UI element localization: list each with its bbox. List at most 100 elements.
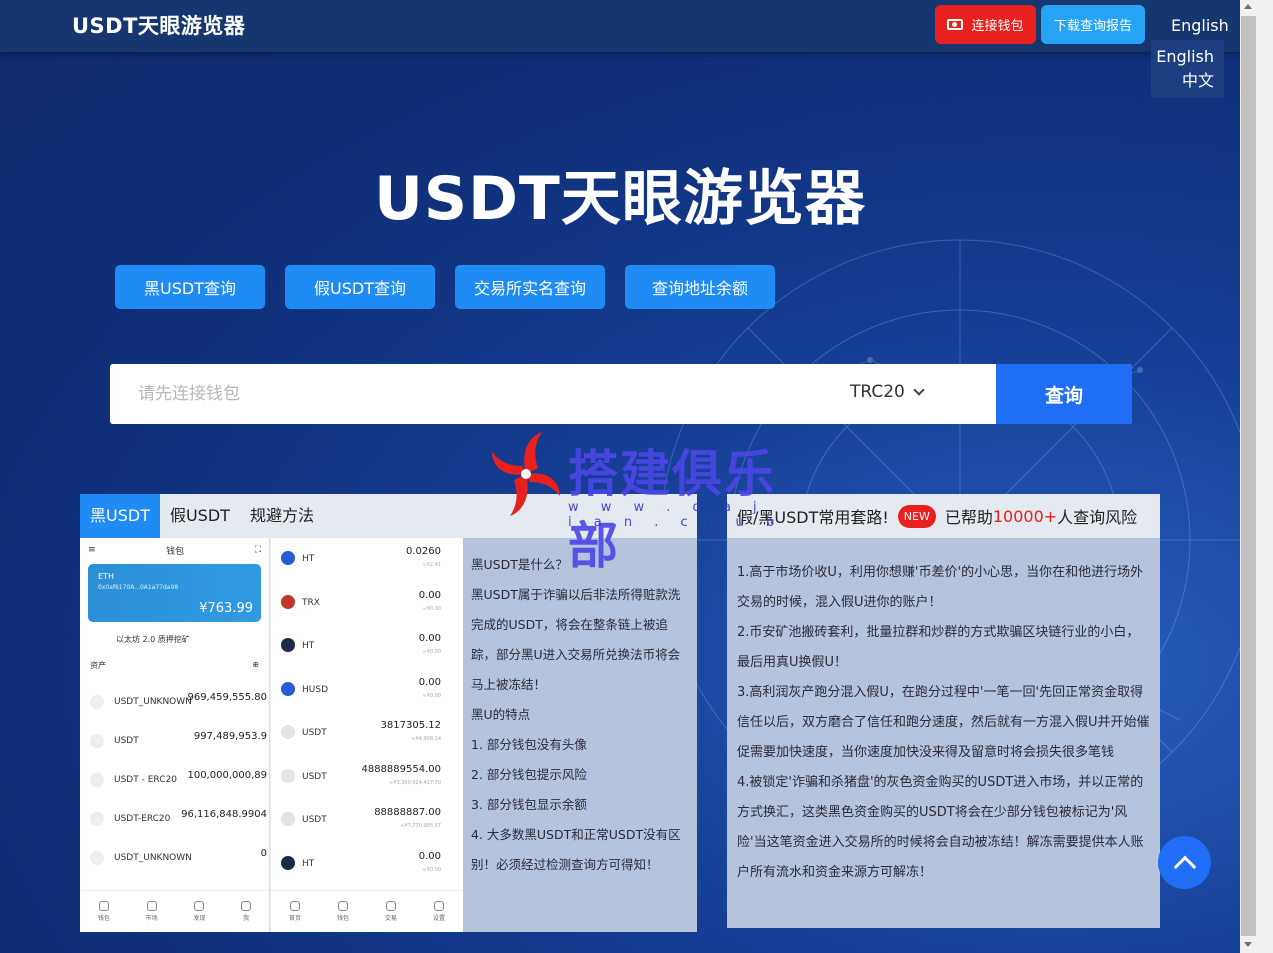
table-row: HT 0.00 ≈¥0.00 xyxy=(271,843,463,887)
connect-wallet-button[interactable]: 连接钱包 xyxy=(935,5,1036,44)
table-row: USDT 4888889554.00 ≈¥3,300,924,427.70 xyxy=(271,756,463,800)
token-name: HUSD xyxy=(302,684,328,695)
scan-icon: ⛶ xyxy=(254,545,261,555)
tab-black-usdt[interactable]: 黑USDT xyxy=(80,494,160,538)
scrollbar-thumb[interactable] xyxy=(1241,16,1256,936)
query-button[interactable]: 查询 xyxy=(996,364,1132,424)
token-fiat-value: ≈¥4,908.14 xyxy=(411,736,441,742)
hero-title: USDT天眼游览器 xyxy=(374,164,866,234)
table-row: HT 0.0260 ≈¥2.41 xyxy=(271,538,463,582)
scroll-up-arrow-icon[interactable] xyxy=(1244,4,1252,9)
scam-tricks-title: 假/黑USDT常用套路! xyxy=(737,508,889,527)
token-icon xyxy=(90,694,104,709)
scam-trick-item: 2.币安矿池搬砖套利，批量拉群和炒群的方式欺骗区块链行业的小白，最后用真U换假U… xyxy=(737,625,1140,670)
help-suffix: 人查询风险 xyxy=(1057,508,1138,527)
back-to-top-button[interactable] xyxy=(1158,836,1211,889)
phone-a-title: 钱包 xyxy=(166,546,185,557)
scam-tricks-list: 1.高于市场价收U，利用你想赚'币差价'的小心思，当你在和他进行场外交易的时候，… xyxy=(727,538,1160,908)
black-usdt-info-panel: 黑USDT 假USDT 规避方法 ≡ 钱包 ⛶ ETH 0x0af6170A..… xyxy=(80,494,697,932)
token-value: 0.00 xyxy=(418,676,441,688)
list-item: USDT_UNKNOWN 0 xyxy=(80,838,269,877)
token-name: USDT xyxy=(302,771,327,782)
language-dropdown: English 中文 xyxy=(1151,40,1224,98)
token-name: USDT_UNKNOWN xyxy=(114,852,192,863)
wallet-icon xyxy=(98,901,109,911)
nav-home: 首页 xyxy=(289,901,301,922)
token-fiat-value: ≈¥7,770,905.57 xyxy=(400,823,441,829)
card-balance: ¥763.99 xyxy=(199,601,253,616)
token-icon xyxy=(90,772,104,787)
add-icon: ⊕ xyxy=(252,660,259,669)
token-icon xyxy=(281,551,295,565)
info-heading: 黑USDT是什么？ xyxy=(471,557,568,572)
wallet-icon xyxy=(947,19,964,30)
user-icon xyxy=(241,901,252,911)
exchange-kyc-query-button[interactable]: 交易所实名查询 xyxy=(455,265,605,309)
token-amount: 997,489,953.9 xyxy=(193,731,267,742)
phone-a-bottom-nav: 钱包 市场 发现 我 xyxy=(80,890,269,932)
scam-trick-item: 4.被锁定'诈骗和杀猪盘'的灰色资金购买的USDT进入市场，并以正常的方式换汇，… xyxy=(737,775,1144,880)
discover-icon xyxy=(194,901,205,911)
fake-usdt-query-button[interactable]: 假USDT查询 xyxy=(285,265,435,309)
black-usdt-query-button[interactable]: 黑USDT查询 xyxy=(115,265,265,309)
token-name: USDT xyxy=(114,735,139,746)
nav-trade: 交易 xyxy=(385,901,397,922)
token-icon xyxy=(281,812,295,826)
table-row: USDT 3817305.12 ≈¥4,908.14 xyxy=(271,712,463,756)
home-icon xyxy=(289,901,300,911)
token-fiat-value: ≈¥0.00 xyxy=(422,692,441,699)
tab-avoid-methods[interactable]: 规避方法 xyxy=(240,494,324,538)
token-name: USDT - ERC20 xyxy=(114,774,177,785)
language-selector[interactable]: English xyxy=(1171,16,1229,35)
scam-trick-item: 1.高于市场价收U，利用你想赚'币差价'的小心思，当你在和他进行场外交易的时候，… xyxy=(737,565,1144,610)
token-amount: 100,000,000,89 xyxy=(187,770,267,781)
site-logo[interactable]: USDT天眼游览器 xyxy=(72,10,245,40)
search-bar: TRC20 查询 xyxy=(110,364,1132,424)
stake-banner: 以太坊 2.0 质押挖矿 xyxy=(116,635,190,644)
card-name: ETH xyxy=(98,572,114,581)
nav-me: 我 xyxy=(241,901,252,922)
scroll-down-arrow-icon[interactable] xyxy=(1244,942,1252,947)
wallet-address-input[interactable] xyxy=(110,364,830,424)
nav-discover: 发现 xyxy=(193,901,205,922)
token-name: USDT xyxy=(302,728,327,738)
scam-trick-item: 3.高利润灰产跑分混入假U，在跑分过程中'一笔一回'先回正常资金取得信任以后，双… xyxy=(737,685,1150,760)
wallet-icon xyxy=(337,901,348,911)
download-report-button[interactable]: 下载查询报告 xyxy=(1041,5,1145,44)
token-icon xyxy=(281,638,295,652)
table-row: TRX 0.00 ≈¥0.00 xyxy=(271,582,463,626)
token-fiat-value: ≈¥0.00 xyxy=(422,866,441,873)
token-value: 88888887.00 xyxy=(374,807,441,818)
wallet-screenshot-a: ≡ 钱包 ⛶ ETH 0x0af6170A...0A1a77da98 ¥763.… xyxy=(80,538,270,932)
network-select-value: TRC20 xyxy=(850,382,905,402)
token-icon xyxy=(281,768,295,783)
token-name: USDT-ERC20 xyxy=(114,813,171,824)
info-point: 2. 部分钱包提示风险 xyxy=(471,767,587,782)
token-name: HT xyxy=(302,641,315,651)
token-value: 3817305.12 xyxy=(380,720,441,731)
network-select[interactable]: TRC20 xyxy=(850,382,925,402)
token-value: 0.00 xyxy=(418,850,441,862)
help-count: 10000+ xyxy=(992,506,1058,526)
token-name: USDT_UNKNOWN xyxy=(114,696,192,707)
wallet-screenshot-b: HT 0.0260 ≈¥2.41 TRX 0.00 ≈¥0.00 HT 0.00 ≈¥0.00 H… xyxy=(271,538,463,932)
token-value: 0.0260 xyxy=(406,546,441,557)
nav-market: 市场 xyxy=(146,901,158,922)
token-name: HT xyxy=(302,554,315,564)
language-option-chinese[interactable]: 中文 xyxy=(1151,69,1224,93)
nav-wallet: 钱包 xyxy=(337,901,349,922)
assets-header: 资产 ⊕ xyxy=(80,654,269,682)
scam-tricks-header: 假/黑USDT常用套路! NEW 已帮助 10000+ 人查询风险 xyxy=(727,494,1160,538)
connect-wallet-label: 连接钱包 xyxy=(971,19,1024,34)
table-row: USDT 88888887.00 ≈¥7,770,905.57 xyxy=(271,799,463,843)
chart-icon xyxy=(146,901,157,911)
info-point: 4. 大多数黑USDT和正常USDT没有区别！必须经过检测查询方可得知！ xyxy=(471,827,681,872)
address-balance-query-button[interactable]: 查询地址余额 xyxy=(625,265,775,309)
nav-wallet: 钱包 xyxy=(98,901,110,922)
black-usdt-description: 黑USDT是什么？ 黑USDT属于诈骗以后非法所得赃款洗完成的USDT，将会在整… xyxy=(463,538,697,932)
token-value: 0.00 xyxy=(418,589,441,601)
tab-fake-usdt[interactable]: 假USDT xyxy=(160,494,240,538)
list-item: USDT-ERC20 96,116,848.9904 xyxy=(80,799,269,838)
language-option-english[interactable]: English xyxy=(1151,45,1224,69)
token-amount: 0 xyxy=(260,848,267,859)
